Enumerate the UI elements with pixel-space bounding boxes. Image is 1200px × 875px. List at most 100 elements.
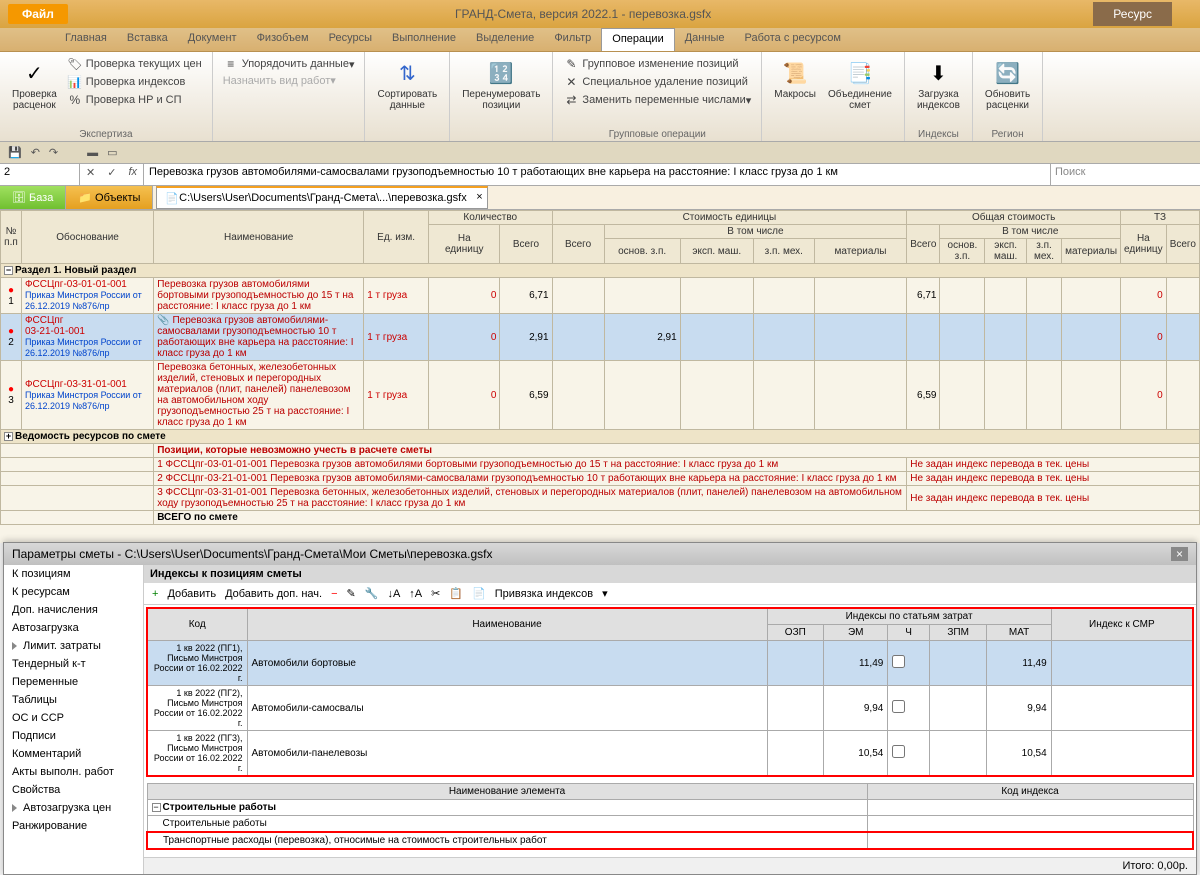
folder-icon: 📁 <box>78 191 92 204</box>
navigation-tabs: 🗄База 📁Объекты 📄 C:\Users\User\Documents… <box>0 186 1200 210</box>
problem-row[interactable]: 3 ФССЦпг-03-31-01-001 Перевозка бетонных… <box>1 486 1200 511</box>
ribbon-group-macros: 📜 Макросы 📑 Объединение смет <box>762 52 905 141</box>
transport-row[interactable]: Транспортные расходы (перевозка), относи… <box>147 832 1193 849</box>
sidebar-item[interactable]: Ранжирование <box>4 817 143 835</box>
checkbox[interactable] <box>892 745 905 758</box>
sidebar-item[interactable]: Переменные <box>4 673 143 691</box>
file-button[interactable]: Файл <box>8 4 68 24</box>
menu-tab-документ[interactable]: Документ <box>178 28 247 51</box>
menu-tab-выполнение[interactable]: Выполнение <box>382 28 466 51</box>
tool-icon[interactable]: ✎ <box>344 586 359 601</box>
sidebar-item[interactable]: К позициям <box>4 565 143 583</box>
index-row[interactable]: 1 кв 2022 (ПГ1), Письмо Минстроя России … <box>147 641 1193 686</box>
assign-work-type-button[interactable]: Назначить вид работ ▾ <box>219 73 359 88</box>
sidebar-item[interactable]: Лимит. затраты <box>4 637 143 655</box>
sort-asc-icon[interactable]: ↓A <box>384 587 403 601</box>
table-row-selected[interactable]: ● 2 ФССЦпг 03-21-01-001Приказ Минстроя Р… <box>1 314 1200 361</box>
table-row[interactable]: ● 1 ФССЦпг-03-01-01-001Приказ Минстроя Р… <box>1 278 1200 314</box>
cut-icon[interactable]: ✂ <box>428 586 443 601</box>
macros-button[interactable]: 📜 Макросы <box>768 55 822 113</box>
bulk-change-button[interactable]: ✎Групповое изменение позиций <box>559 55 755 73</box>
database-icon: 🗄 <box>12 191 26 204</box>
special-delete-button[interactable]: ✕Специальное удаление позиций <box>559 73 755 91</box>
sort-desc-icon[interactable]: ↑A <box>406 587 425 601</box>
merge-button[interactable]: 📑 Объединение смет <box>822 55 898 113</box>
add-icon[interactable]: + <box>149 587 161 601</box>
indexes-grid[interactable]: Код Наименование Индексы по статьям затр… <box>146 607 1194 777</box>
problem-row[interactable]: 1 ФССЦпг-03-01-01-001 Перевозка грузов а… <box>1 458 1200 472</box>
menu-tab-физобъем[interactable]: Физобъем <box>247 28 319 51</box>
index-row[interactable]: 1 кв 2022 (ПГ2), Письмо Минстроя России … <box>147 686 1193 731</box>
search-input[interactable]: Поиск <box>1050 164 1200 185</box>
renumber-button[interactable]: 🔢 Перенумеровать позиции <box>456 55 546 113</box>
check-current-prices[interactable]: 🏷Проверка текущих цен <box>63 55 206 73</box>
add-button[interactable]: Добавить <box>164 587 219 601</box>
bind-indexes-button[interactable]: Привязка индексов <box>492 587 596 601</box>
replace-vars-button[interactable]: ⇄Заменить переменные числами ▾ <box>559 91 755 109</box>
cell-reference[interactable]: 2 <box>0 164 80 185</box>
copy-icon[interactable]: 📋 <box>446 586 466 601</box>
resources-section[interactable]: +Ведомость ресурсов по смете <box>1 430 1200 444</box>
formula-input[interactable]: Перевозка грузов автомобилями-самосвалам… <box>144 164 1050 185</box>
sidebar-item[interactable]: Свойства <box>4 781 143 799</box>
update-prices-button[interactable]: 🔄 Обновить расценки <box>979 55 1036 113</box>
collapse-icon[interactable]: ▬ <box>84 146 101 160</box>
menu-tab-главная[interactable]: Главная <box>55 28 117 51</box>
redo-icon[interactable]: ↷ <box>46 145 61 160</box>
menu-tab-данные[interactable]: Данные <box>675 28 735 51</box>
file-tab[interactable]: 📄 C:\Users\User\Documents\Гранд-Смета\..… <box>156 186 487 209</box>
base-tab[interactable]: 🗄База <box>0 186 66 209</box>
close-icon[interactable]: × <box>1171 547 1188 561</box>
edit-icon: ✎ <box>563 56 579 72</box>
sidebar-item[interactable]: Акты выполн. работ <box>4 763 143 781</box>
cancel-icon[interactable]: ✕ <box>80 164 101 185</box>
sidebar-item[interactable]: Доп. начисления <box>4 601 143 619</box>
table-row[interactable]: ● 3 ФССЦпг-03-31-01-001Приказ Минстроя Р… <box>1 361 1200 430</box>
order-data-button[interactable]: ≡Упорядочить данные ▾ <box>219 55 359 73</box>
sidebar-item[interactable]: ОС и ССР <box>4 709 143 727</box>
construction-group[interactable]: −Строительные работы <box>147 800 1193 816</box>
expand-icon[interactable]: + <box>4 432 13 441</box>
main-grid[interactable]: № п.п Обоснование Наименование Ед. изм. … <box>0 210 1200 543</box>
delete-icon: ✕ <box>563 74 579 90</box>
checkbox[interactable] <box>892 655 905 668</box>
collapse-icon[interactable]: − <box>4 266 13 275</box>
check-indexes[interactable]: 📊Проверка индексов <box>63 73 206 91</box>
add-dop-button[interactable]: Добавить доп. нач. <box>222 587 325 601</box>
paste-icon[interactable]: 📄 <box>469 586 489 601</box>
sidebar-item[interactable]: Автозагрузка <box>4 619 143 637</box>
tool-icon[interactable]: 🔧 <box>362 586 382 601</box>
sidebar-item[interactable]: Тендерный к-т <box>4 655 143 673</box>
sidebar-item[interactable]: Комментарий <box>4 745 143 763</box>
menu-tab-вставка[interactable]: Вставка <box>117 28 178 51</box>
load-indexes-button[interactable]: ⬇ Загрузка индексов <box>911 55 966 113</box>
sort-button[interactable]: ⇅ Сортировать данные <box>371 55 443 113</box>
sidebar-item[interactable]: К ресурсам <box>4 583 143 601</box>
problem-row[interactable]: 2 ФССЦпг-03-21-01-001 Перевозка грузов а… <box>1 472 1200 486</box>
fx-icon[interactable]: fx <box>122 164 143 185</box>
ribbon: ✓ Проверка расценок 🏷Проверка текущих це… <box>0 52 1200 142</box>
list-item[interactable]: Строительные работы <box>147 816 1193 833</box>
total-row: ВСЕГО по смете <box>1 511 1200 525</box>
remove-icon[interactable]: − <box>328 587 340 601</box>
checkbox[interactable] <box>892 700 905 713</box>
check-prices-button[interactable]: ✓ Проверка расценок <box>6 55 63 113</box>
menu-tab-выделение[interactable]: Выделение <box>466 28 544 51</box>
sidebar-item[interactable]: Таблицы <box>4 691 143 709</box>
index-row[interactable]: 1 кв 2022 (ПГ3), Письмо Минстроя России … <box>147 731 1193 777</box>
expand-icon[interactable]: ▭ <box>104 145 120 160</box>
sidebar-item[interactable]: Подписи <box>4 727 143 745</box>
menu-tab-операции[interactable]: Операции <box>601 28 674 51</box>
accept-icon[interactable]: ✓ <box>101 164 122 185</box>
menu-tab-ресурсы[interactable]: Ресурсы <box>319 28 382 51</box>
close-icon[interactable]: × <box>476 191 482 203</box>
undo-icon[interactable]: ↶ <box>28 145 43 160</box>
objects-tab[interactable]: 📁Объекты <box>66 186 153 209</box>
sidebar-item[interactable]: Автозагрузка цен <box>4 799 143 817</box>
save-icon[interactable]: 💾 <box>5 145 25 160</box>
check-nr-sp[interactable]: %Проверка НР и СП <box>63 91 206 109</box>
menu-tab-фильтр[interactable]: Фильтр <box>544 28 601 51</box>
menu-tab-работа с ресурсом[interactable]: Работа с ресурсом <box>734 28 850 51</box>
section-header-row[interactable]: −Раздел 1. Новый раздел <box>1 264 1200 278</box>
resource-context-tab[interactable]: Ресурс <box>1093 2 1172 26</box>
